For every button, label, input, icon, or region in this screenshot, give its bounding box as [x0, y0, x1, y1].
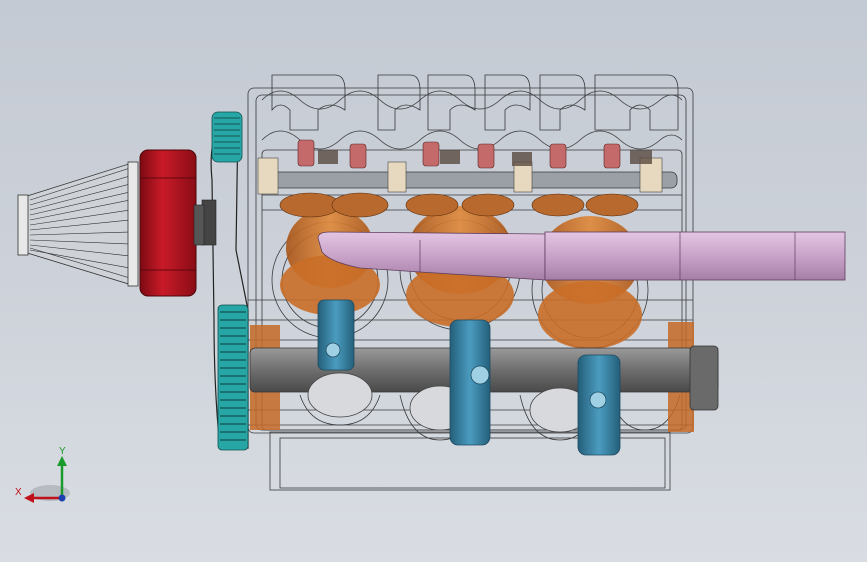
cam-pulley[interactable]	[211, 111, 243, 163]
exhaust-pipe[interactable]	[317, 231, 846, 281]
graphics-viewport[interactable]: Y X	[0, 0, 867, 562]
x-axis-label: X	[15, 487, 22, 498]
z-axis-dot	[58, 494, 66, 502]
spark-plugs[interactable]	[297, 139, 652, 169]
coordinate-triad: Y X	[15, 446, 70, 503]
intake-housing[interactable]	[139, 149, 205, 297]
air-filter[interactable]	[17, 161, 139, 287]
y-axis-label: Y	[59, 446, 66, 457]
crank-pulley[interactable]	[217, 304, 249, 451]
engine-assembly-model[interactable]: Y X	[0, 0, 867, 562]
